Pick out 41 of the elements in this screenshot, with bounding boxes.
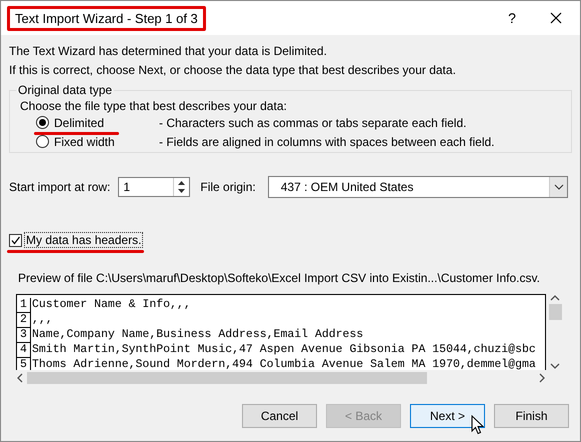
preview-line: Smith Martin,SynthPoint Music,47 Aspen Avenue Gibsonia PA 15044,chuzi@sbc xyxy=(32,343,536,358)
field-label: File origin: xyxy=(200,180,256,194)
dialog-button[interactable]: Finish xyxy=(494,404,569,428)
line-number: 2 xyxy=(17,313,31,328)
prompt-text: Choose the file type that best describes your data: xyxy=(20,99,288,113)
preview-line: Name,Company Name,Business Address,Email Address xyxy=(32,328,364,343)
preview-line: ,,, xyxy=(32,313,53,328)
preview-line: Customer Name & Info,,, xyxy=(32,298,191,313)
scroll-left-icon[interactable] xyxy=(16,373,24,383)
scrollbar-thumb[interactable] xyxy=(27,372,427,384)
radio-label[interactable]: Fixed width xyxy=(54,134,115,148)
checkbox[interactable] xyxy=(9,234,22,246)
help-button[interactable]: ? xyxy=(492,10,532,26)
checkmark-icon xyxy=(10,234,21,246)
preview-label: Preview of file C:\Users\maruf\Desktop\Softeko\Excel Import CSV into Existin...\Customer Info.csv. xyxy=(18,271,540,285)
instruction-text: If this is correct, choose Next, or choose the data type that best describes your data. xyxy=(9,63,457,77)
window-title: Text Import Wizard - Step 1 of 3 xyxy=(7,6,206,30)
dropdown-field[interactable]: 437 : OEM United States xyxy=(268,176,568,198)
scrollbar-thumb[interactable] xyxy=(548,304,562,320)
line-number: 1 xyxy=(17,298,31,313)
instruction-text: The Text Wizard has determined that your data is Delimited. xyxy=(9,44,328,58)
chevron-down-icon[interactable] xyxy=(554,184,564,190)
checkbox-label[interactable]: My data has headers. xyxy=(25,233,142,247)
line-number: 3 xyxy=(17,328,31,343)
option-description: - Characters such as commas or tabs separate each field. xyxy=(159,116,466,130)
option-description: - Fields are aligned in columns with spaces between each field. xyxy=(159,134,495,148)
number-spinner[interactable]: 1 xyxy=(118,177,190,197)
scroll-down-icon[interactable] xyxy=(550,362,560,370)
scroll-up-icon[interactable] xyxy=(550,294,560,302)
preview-line: Thoms Adrienne,Sound Mordern,494 Columbia Avenue Salem MA 1970,demmel@gma xyxy=(32,358,536,370)
line-number: 4 xyxy=(17,343,31,358)
close-icon[interactable] xyxy=(550,12,562,24)
radio-button[interactable] xyxy=(36,116,49,129)
dialog-button[interactable]: Cancel xyxy=(242,404,317,428)
radio-label[interactable]: Delimited xyxy=(54,116,104,130)
mouse-pointer-icon xyxy=(471,415,484,435)
radio-button[interactable] xyxy=(36,135,49,148)
group-label: Original data type xyxy=(17,83,114,97)
dialog-button[interactable]: Next > xyxy=(410,404,485,428)
scroll-right-icon[interactable] xyxy=(538,373,546,383)
field-label: Start import at row: xyxy=(9,180,110,194)
